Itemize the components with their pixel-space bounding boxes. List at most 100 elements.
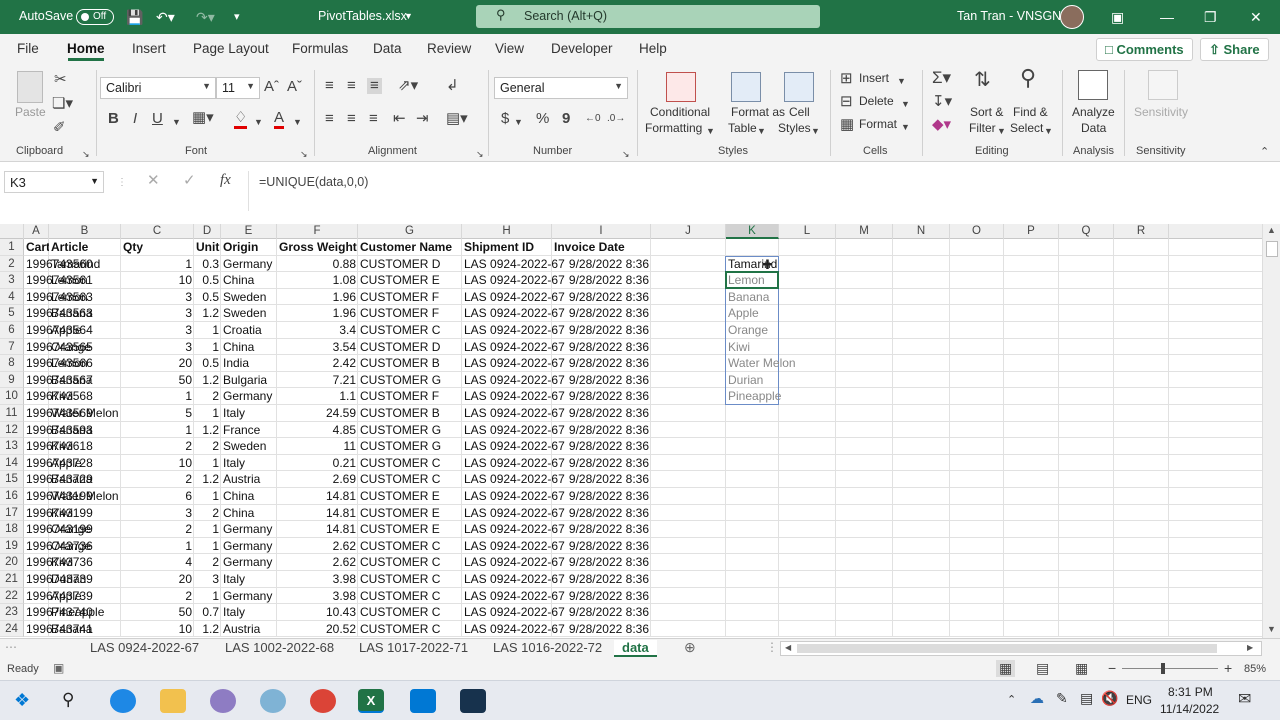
data-cell[interactable]: Germany xyxy=(221,388,277,405)
data-cell[interactable]: CUSTOMER C xyxy=(358,604,462,621)
file-name[interactable]: PivotTables.xlsx xyxy=(318,9,407,23)
page-break-view-icon[interactable]: ▦ xyxy=(1075,660,1088,677)
clipboard-launcher-icon[interactable]: ↘ xyxy=(82,146,90,162)
align-top-icon[interactable]: ≡ xyxy=(325,78,334,94)
data-cell[interactable]: France xyxy=(221,422,277,439)
data-cell[interactable]: 0.88 xyxy=(277,256,358,273)
conditional-formatting-label-2[interactable]: Formatting xyxy=(645,121,702,135)
chrome-icon[interactable] xyxy=(310,689,336,713)
decrease-indent-icon[interactable]: ⇤ xyxy=(393,111,406,127)
data-cell[interactable]: Bulgaria xyxy=(221,372,277,389)
data-cell[interactable]: Germany xyxy=(221,554,277,571)
row-header[interactable]: 4 xyxy=(0,288,24,306)
format-cells-label[interactable]: Format xyxy=(859,117,897,131)
data-cell[interactable]: 1 xyxy=(194,455,221,472)
increase-indent-icon[interactable]: ⇥ xyxy=(416,111,429,127)
data-cell[interactable]: 1.2 xyxy=(194,372,221,389)
avatar[interactable] xyxy=(1060,5,1084,29)
row-header[interactable]: 3 xyxy=(0,272,24,289)
data-cell[interactable]: 2.62 xyxy=(277,538,358,555)
data-cell[interactable]: 0.5 xyxy=(194,289,221,306)
data-cell[interactable]: 1 xyxy=(194,538,221,555)
scroll-left-icon[interactable]: ◀ xyxy=(785,643,791,652)
page-layout-view-icon[interactable]: ▤ xyxy=(1036,660,1049,677)
data-cell[interactable]: 14.81 xyxy=(277,505,358,522)
align-left-icon[interactable]: ≡ xyxy=(325,111,334,127)
row-header[interactable]: 17 xyxy=(0,504,24,522)
spilled-cell[interactable]: Banana xyxy=(726,289,779,306)
data-cell[interactable]: China xyxy=(221,339,277,356)
data-cell[interactable]: LAS 0924-2022-67 xyxy=(462,372,565,389)
data-cell[interactable]: LAS 0924-2022-67 xyxy=(462,571,565,588)
data-cell[interactable]: 2 xyxy=(121,521,194,538)
undo-icon[interactable]: ↶▾ xyxy=(156,8,175,26)
data-cell[interactable]: 20 xyxy=(121,571,194,588)
sheet-tab[interactable]: LAS 1017-2022-71 xyxy=(351,640,476,655)
data-cell[interactable]: 9/28/2022 8:36 xyxy=(552,488,651,505)
zoom-in-icon[interactable]: + xyxy=(1224,660,1232,676)
spilled-cell[interactable]: Orange xyxy=(726,322,779,339)
data-cell[interactable]: 1996743728 xyxy=(24,455,93,472)
data-cell[interactable]: 6 xyxy=(121,488,194,505)
data-cell[interactable]: Water Melon xyxy=(49,405,121,422)
data-cell[interactable]: Italy xyxy=(221,405,277,422)
row-header[interactable]: 22 xyxy=(0,587,24,605)
spilled-cell[interactable]: Pineapple xyxy=(726,388,781,405)
data-cell[interactable]: CUSTOMER G xyxy=(358,438,462,455)
data-cell[interactable]: 1996743566 xyxy=(24,355,93,372)
row-header[interactable]: 18 xyxy=(0,521,24,538)
data-cell[interactable]: 1996743739 xyxy=(24,571,93,588)
delete-cells-label[interactable]: Delete xyxy=(859,94,894,108)
data-cell[interactable]: CUSTOMER G xyxy=(358,372,462,389)
data-cell[interactable]: Apple xyxy=(49,588,121,605)
analyze-data-icon[interactable] xyxy=(1078,70,1108,100)
tab-data[interactable]: Data xyxy=(373,41,402,56)
column-header-k[interactable]: K xyxy=(726,224,779,239)
spilled-cell[interactable]: Kiwi xyxy=(726,339,779,356)
header-cell[interactable]: Carton ID xyxy=(24,239,49,256)
data-cell[interactable]: 9/28/2022 8:36 xyxy=(552,471,651,488)
row-header[interactable]: 10 xyxy=(0,388,24,405)
data-cell[interactable]: CUSTOMER C xyxy=(358,538,462,555)
worksheet-grid[interactable]: ABCDEFGHIJKLMNOPQR 1Carton IDArticleQtyU… xyxy=(0,224,1280,638)
zoom-slider[interactable] xyxy=(1122,668,1218,669)
data-cell[interactable]: Durian xyxy=(49,571,121,588)
data-cell[interactable]: 3 xyxy=(121,505,194,522)
data-cell[interactable]: 1996743560 xyxy=(24,256,93,273)
sensitivity-icon[interactable] xyxy=(1148,70,1178,100)
data-cell[interactable]: Austria xyxy=(221,621,277,638)
close-icon[interactable]: ✕ xyxy=(1250,8,1262,26)
data-cell[interactable]: 0.7 xyxy=(194,604,221,621)
font-name-combo[interactable]: Calibri ▼ xyxy=(100,77,216,99)
data-cell[interactable]: 9/28/2022 8:36 xyxy=(552,422,651,439)
data-cell[interactable]: CUSTOMER C xyxy=(358,322,462,339)
header-cell[interactable]: Qty xyxy=(121,239,194,256)
customize-qat-icon[interactable]: ▾ xyxy=(234,8,240,26)
find-select-label-1[interactable]: Find & xyxy=(1013,105,1048,119)
data-cell[interactable]: 50 xyxy=(121,372,194,389)
align-center-icon[interactable]: ≡ xyxy=(347,111,356,127)
data-cell[interactable]: Italy xyxy=(221,571,277,588)
tab-insert[interactable]: Insert xyxy=(132,41,166,56)
bold-icon[interactable]: B xyxy=(108,111,119,127)
column-header-f[interactable]: F xyxy=(277,224,358,239)
data-cell[interactable]: Orange xyxy=(49,339,121,356)
data-cell[interactable]: 0.3 xyxy=(194,256,221,273)
data-cell[interactable]: Germany xyxy=(221,538,277,555)
sensitivity-button-label[interactable]: Sensitivity xyxy=(1134,105,1188,119)
data-cell[interactable]: 1.96 xyxy=(277,289,358,306)
format-as-table-chevron-icon[interactable]: ▼ xyxy=(757,123,766,139)
data-cell[interactable]: Apple xyxy=(49,322,121,339)
data-cell[interactable]: LAS 0924-2022-67 xyxy=(462,422,565,439)
row-header[interactable]: 13 xyxy=(0,438,24,455)
data-cell[interactable]: India xyxy=(221,355,277,372)
save-icon[interactable]: 💾 xyxy=(126,8,143,26)
data-cell[interactable]: 9/28/2022 8:36 xyxy=(552,339,651,356)
recorder-icon[interactable] xyxy=(460,689,486,713)
data-cell[interactable]: 9/28/2022 8:36 xyxy=(552,405,651,422)
column-header-h[interactable]: H xyxy=(462,224,552,239)
format-as-table-label-2[interactable]: Table xyxy=(728,121,757,135)
shrink-font-icon[interactable]: Aˇ xyxy=(287,79,302,95)
user-name[interactable]: Tan Tran - VNSGN xyxy=(957,9,1061,23)
column-header-l[interactable]: L xyxy=(779,224,836,239)
